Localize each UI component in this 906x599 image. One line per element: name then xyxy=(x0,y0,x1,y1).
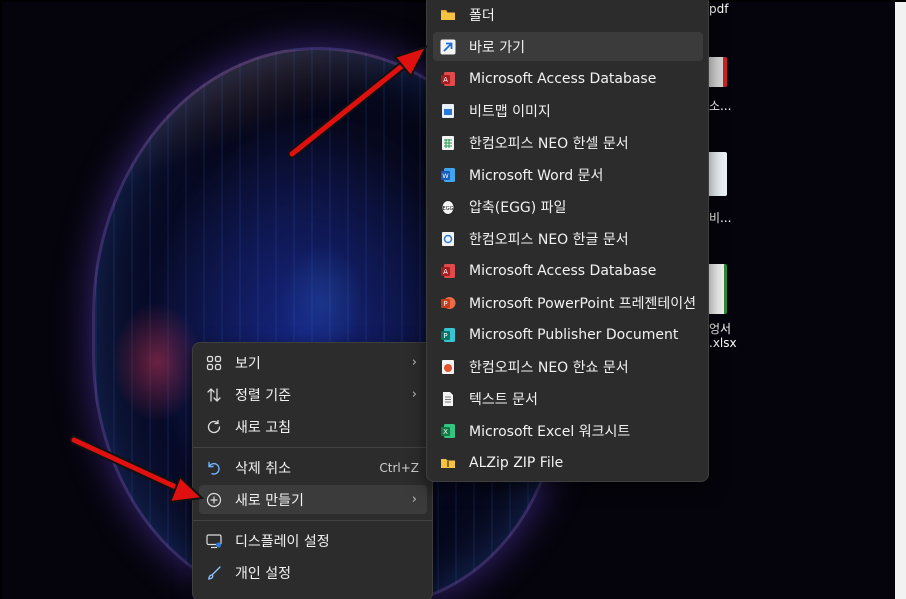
red-arrow-to-new xyxy=(69,435,205,504)
annotation-arrows xyxy=(69,45,429,504)
red-arrow-to-shortcut xyxy=(287,45,429,159)
